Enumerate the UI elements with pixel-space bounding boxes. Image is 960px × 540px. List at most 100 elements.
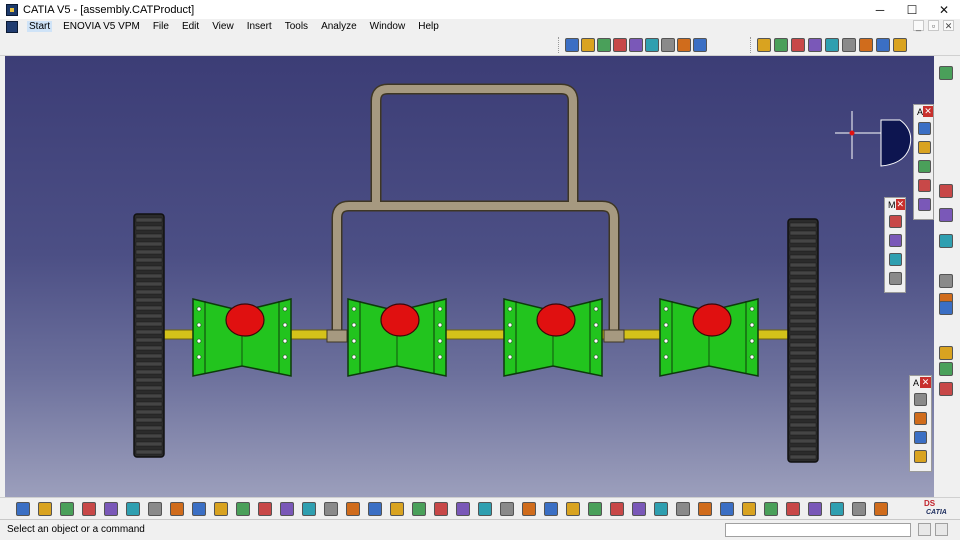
menu-insert[interactable]: Insert [245,21,274,32]
palette-tool-icon[interactable] [914,431,927,444]
normal-view-icon[interactable] [522,502,536,516]
compass-widget[interactable] [835,111,912,167]
palette-tool-icon[interactable] [889,272,902,285]
workbench-tool-icon[interactable] [939,362,953,376]
copy-icon[interactable] [148,502,162,516]
menu-start[interactable]: Start [27,21,53,32]
new-icon[interactable] [38,502,52,516]
menu-window[interactable]: Window [368,21,408,32]
product-icon[interactable] [852,502,866,516]
section-icon[interactable] [764,502,778,516]
redo-icon[interactable] [214,502,228,516]
shading-icon[interactable] [610,502,624,516]
catalog-icon[interactable] [830,502,844,516]
palette-tool-icon[interactable] [918,141,931,154]
workbench-tool-icon[interactable] [939,274,953,288]
table-icon[interactable] [302,502,316,516]
menu-analyze[interactable]: Analyze [319,21,359,32]
maximize-button[interactable]: ☐ [896,0,928,19]
component-icon[interactable] [791,38,805,52]
command-info-button[interactable] [935,523,948,536]
sketch-icon[interactable] [661,38,675,52]
workbench-tool-icon[interactable] [939,382,953,396]
zoom-out-icon[interactable] [500,502,514,516]
command-stop-button[interactable] [918,523,931,536]
palette-tool-icon[interactable] [889,215,902,228]
visualization-icon[interactable] [613,38,627,52]
command-input[interactable] [725,523,911,537]
constraint-icon[interactable] [676,502,690,516]
whatsthis-icon[interactable] [236,502,250,516]
palette-tool-icon[interactable] [918,160,931,173]
publish-icon[interactable] [893,38,907,52]
swap-icon[interactable] [654,502,668,516]
print-icon[interactable] [104,502,118,516]
generate-icon[interactable] [808,502,822,516]
right-wheel[interactable] [787,218,819,463]
roller-3[interactable] [503,298,603,377]
menu-enovia[interactable]: ENOVIA V5 VPM [61,21,142,32]
update-icon[interactable] [876,38,890,52]
doc-minimize-button[interactable]: _ [913,20,924,31]
doc-close-button[interactable]: ✕ [943,20,954,31]
palette-tool-icon[interactable] [918,179,931,192]
iso-view-icon[interactable] [544,502,558,516]
menu-edit[interactable]: Edit [180,21,201,32]
fly-mode-icon[interactable] [565,38,579,52]
workbench-tool-icon[interactable] [939,301,953,315]
explode-icon[interactable] [720,502,734,516]
menu-tools[interactable]: Tools [283,21,310,32]
snap-icon[interactable] [698,502,712,516]
measure-icon[interactable] [629,38,643,52]
palette-tool-icon[interactable] [914,393,927,406]
close-button[interactable]: ✕ [928,0,960,19]
save-icon[interactable] [82,502,96,516]
palette-tool-icon[interactable] [889,234,902,247]
grid-icon[interactable] [16,502,30,516]
comment-icon[interactable] [280,502,294,516]
workbench-tool-icon[interactable] [939,66,953,80]
cut-icon[interactable] [126,502,140,516]
graph-icon[interactable] [645,38,659,52]
roller-2[interactable] [347,298,447,377]
workbench-tool-icon[interactable] [939,184,953,198]
render-icon[interactable] [368,502,382,516]
rotate-icon[interactable] [456,502,470,516]
catalog-icon[interactable] [859,38,873,52]
doc-restore-button[interactable]: ▫ [928,20,939,31]
hide-show-icon[interactable] [632,502,646,516]
structure-icon[interactable] [774,38,788,52]
macro-icon[interactable] [346,502,360,516]
formula-icon[interactable] [258,502,272,516]
pan-icon[interactable] [434,502,448,516]
palette-tool-icon[interactable] [918,198,931,211]
fit-all-icon[interactable] [412,502,426,516]
minimize-button[interactable]: ─ [864,0,896,19]
workbench-tool-icon[interactable] [939,234,953,248]
3d-viewport[interactable] [5,56,934,497]
left-wheel[interactable] [133,213,165,458]
frame-tubes[interactable] [333,85,618,331]
multi-view-icon[interactable] [588,502,602,516]
paste-icon[interactable] [170,502,184,516]
rotate-icon[interactable] [677,38,691,52]
palette-tool-icon[interactable] [914,450,927,463]
roller-1[interactable] [192,298,292,377]
grid-icon[interactable] [693,38,707,52]
sim-icon[interactable] [874,502,888,516]
graph-icon[interactable] [324,502,338,516]
menu-view[interactable]: View [210,21,236,32]
product-icon[interactable] [757,38,771,52]
toolbar-grip[interactable] [750,37,753,53]
palette-tool-icon[interactable] [914,412,927,425]
close-icon[interactable]: ✕ [923,106,933,117]
quick-view-icon[interactable] [566,502,580,516]
palette-tool-icon[interactable] [889,253,902,266]
document-icon[interactable] [6,20,18,33]
clash-icon[interactable] [742,502,756,516]
close-icon[interactable]: ✕ [920,377,931,388]
roller-4[interactable] [659,298,759,377]
menu-help[interactable]: Help [416,21,441,32]
replace-icon[interactable] [825,38,839,52]
undo-icon[interactable] [192,502,206,516]
